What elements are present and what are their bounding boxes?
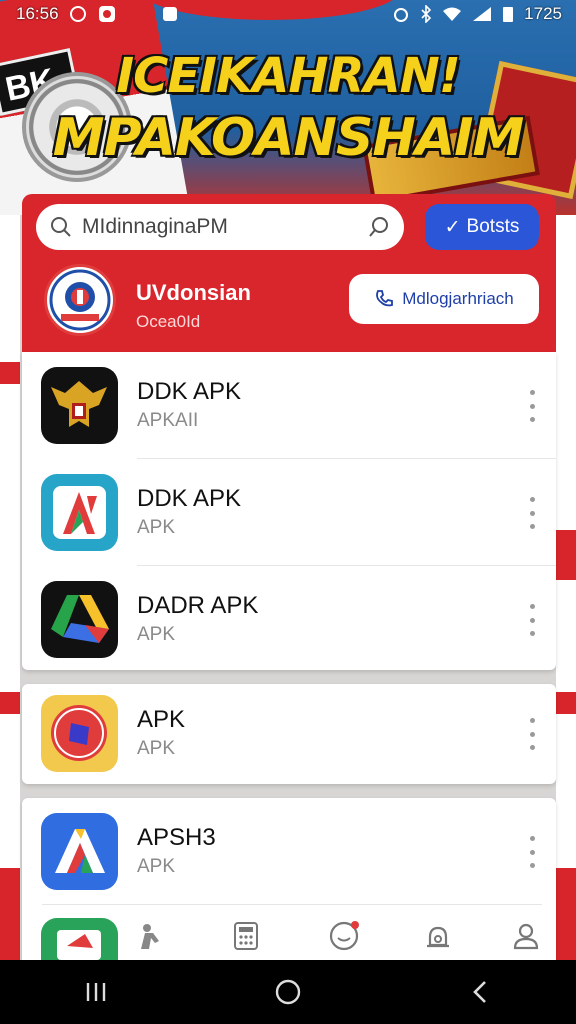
back-button[interactable] (450, 967, 510, 1017)
call-button-label: Mdlogjarhriach (402, 289, 514, 308)
app-subtitle: APK (137, 624, 176, 645)
app-icon (162, 7, 177, 21)
right-margin (556, 215, 576, 960)
app-list-item-card: APK APK (22, 684, 556, 784)
app-row[interactable]: APSH3 APK (22, 798, 556, 905)
app-row[interactable]: DDK APK APKAII (22, 352, 556, 459)
search-icon (51, 217, 71, 237)
header-card: MIdinnaginaPM ✓ Botsts UVdonsian Ocea0Id… (22, 194, 556, 352)
promo-banner[interactable]: BK ICEIKAHRAN! MPAKOANSHAIM (0, 0, 576, 215)
call-button[interactable]: Mdlogjarhriach (349, 274, 539, 324)
brand-subtitle: Ocea0Id (136, 312, 201, 331)
banner-title-line1: ICEIKAHRAN! (116, 48, 460, 104)
chat-bubble-icon[interactable] (326, 918, 362, 954)
bottom-navigation (0, 912, 576, 960)
app-name: DDK APK (137, 485, 242, 512)
app-name: APK (137, 706, 186, 733)
bell-icon[interactable] (420, 918, 456, 954)
home-button[interactable] (258, 967, 318, 1017)
search-bar[interactable]: MIdinnaginaPM (36, 204, 404, 250)
app-subtitle: APK (137, 517, 176, 538)
home-circle-icon (275, 979, 301, 1005)
app-subtitle: APKAII (137, 410, 199, 431)
left-red-stripe (0, 692, 20, 714)
system-navigation-bar (0, 960, 576, 1024)
signal-icon (473, 7, 492, 21)
results-button[interactable]: ✓ Botsts (425, 204, 539, 250)
more-options-icon[interactable] (522, 604, 542, 636)
record-icon (41, 695, 118, 772)
alarm-icon (394, 8, 409, 22)
back-chevron-icon (473, 981, 486, 1003)
search-input[interactable]: MIdinnaginaPM (82, 215, 358, 239)
calculator-icon[interactable] (228, 918, 264, 954)
garuda-icon (41, 367, 118, 444)
app-row[interactable]: APK APK (22, 680, 556, 787)
wifi-icon (443, 7, 462, 21)
right-red-stripe (556, 692, 576, 714)
more-options-icon[interactable] (522, 836, 542, 868)
results-button-label: Botsts (466, 216, 520, 237)
banner-title-line2: MPAKOANSHAIM (52, 108, 525, 168)
app-name: DDK APK (137, 378, 242, 405)
app-row[interactable]: DDK APK APK (22, 459, 556, 566)
fighter-icon[interactable] (132, 918, 168, 954)
app-list: DDK APK APKAII DDK APK APK DADR APK APK (22, 352, 556, 670)
more-options-icon[interactable] (522, 718, 542, 750)
drive-triangle-icon (41, 581, 118, 658)
more-options-icon[interactable] (522, 497, 542, 529)
app-subtitle: APK (137, 738, 176, 759)
phone-icon (376, 290, 394, 307)
app-subtitle: APK (137, 856, 176, 877)
emblem-icon (49, 269, 111, 331)
app-name: DADR APK (137, 592, 259, 619)
colorful-a-icon (41, 813, 118, 890)
status-time: 16:56 (16, 4, 59, 23)
more-options-icon[interactable] (522, 390, 542, 422)
bluetooth-icon (421, 5, 432, 23)
left-margin (0, 215, 20, 960)
photo-icon (98, 6, 115, 22)
status-bar: 16:56 1725 (0, 0, 576, 28)
check-icon: ✓ (444, 216, 461, 238)
profile-icon[interactable] (508, 918, 544, 954)
app-name: APSH3 (137, 824, 216, 851)
brand-name: UVdonsian (136, 280, 251, 305)
app-row[interactable]: DADR APK APK (22, 566, 556, 673)
right-red-stripe (556, 530, 576, 580)
left-red-stripe (0, 362, 20, 384)
brand-logo[interactable] (44, 264, 116, 336)
row-divider (42, 904, 542, 905)
search-submit-icon[interactable] (368, 216, 390, 238)
battery-icon (503, 7, 514, 22)
recents-icon (86, 983, 106, 1001)
status-right-text: 1725 (524, 4, 562, 23)
red-a-icon (41, 474, 118, 551)
recent-apps-button[interactable] (66, 967, 126, 1017)
whatsapp-icon (69, 6, 86, 22)
